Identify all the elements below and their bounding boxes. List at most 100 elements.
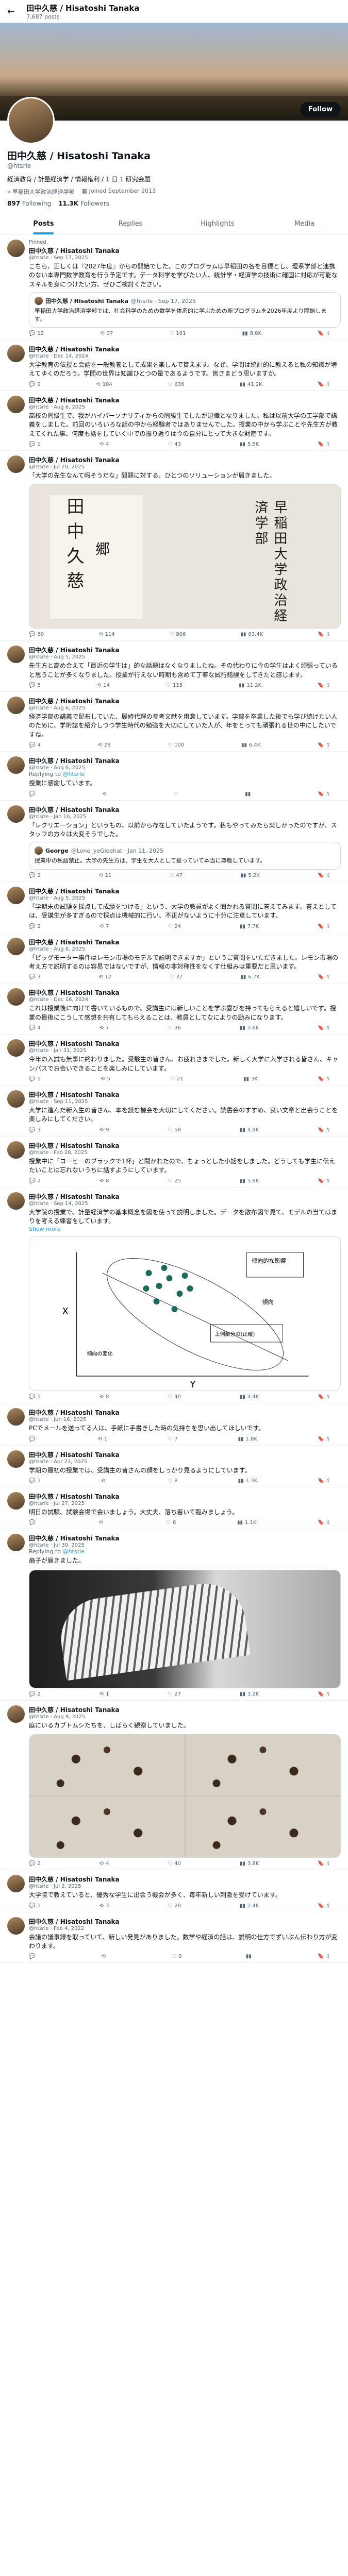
tweet-author[interactable]: 田中久慈 / Hisatoshi Tanaka [29,1451,120,1459]
beetle-photo-tile[interactable] [29,1797,185,1858]
tweet[interactable]: 田中久慈 / Hisatoshi Tanaka @htsrle · Aug 8, … [0,933,348,984]
views-button[interactable]: ▮▮ [246,1954,254,1959]
quoted-tweet[interactable]: 田中久慈 / Hisatoshi Tanaka @htsrle · Sep 17,… [29,292,341,328]
beetle-photo-tile[interactable] [185,1797,340,1858]
like-button[interactable]: ♡ 36 [168,1025,181,1031]
tweet-date[interactable]: Aug 6, 2025 [54,705,85,711]
tweet-author[interactable]: 田中久慈 / Hisatoshi Tanaka [29,1193,120,1200]
tweet-author[interactable]: 田中久慈 / Hisatoshi Tanaka [29,1091,120,1098]
tweet-author[interactable]: 田中久慈 / Hisatoshi Tanaka [29,1918,120,1925]
tweet[interactable]: 田中久慈 / Hisatoshi Tanaka @htsrle · Jan 10,… [0,801,348,882]
tweet-avatar[interactable] [7,1450,25,1468]
bookmark-icon[interactable]: 🔖 [318,683,324,688]
tab-posts[interactable]: Posts [0,213,87,234]
like-button[interactable]: ♡ 100 [168,742,184,748]
tab-media[interactable]: Media [261,213,348,234]
tweet-handle[interactable]: @htsrle [29,1543,49,1548]
tweet[interactable]: 田中久慈 / Hisatoshi Tanaka @htsrle · Aug 9, … [0,1701,348,1871]
tweet-author[interactable]: 田中久慈 / Hisatoshi Tanaka [29,1493,120,1500]
retweet-button[interactable]: ⟲ 37 [100,331,113,336]
reply-button[interactable]: 💬 2 [29,873,41,878]
tweet-handle[interactable]: @htsrle [29,654,49,660]
tweet-date[interactable]: Aug 5, 2025 [54,654,85,660]
tweet-handle[interactable]: @htsrle [29,1714,49,1720]
share-icon[interactable]: ⇪ [326,1394,330,1400]
tweet-date[interactable]: Feb 4, 2022 [54,1926,84,1931]
tweet[interactable]: 田中久慈 / Hisatoshi Tanaka @htsrle · Feb 28,… [0,1137,348,1188]
share-icon[interactable]: ⇪ [326,873,330,878]
bookmark-icon[interactable]: 🔖 [318,382,324,387]
reply-button[interactable]: 💬 4 [29,1025,41,1031]
tweet[interactable]: 田中久慈 / Hisatoshi Tanaka @htsrle · Sep 11,… [0,1086,348,1137]
tweet-handle[interactable]: @htsrle [29,1926,49,1931]
tweet-date[interactable]: Apr 23, 2025 [54,1459,87,1465]
tweet-handle[interactable]: @htsrle [29,464,49,470]
tweet-date[interactable]: Jan 10, 2025 [54,814,86,820]
tweet[interactable]: 田中久慈 / Hisatoshi Tanaka @htsrle · Dec 16,… [0,984,348,1035]
like-button[interactable]: ♡ 636 [168,382,184,387]
tweet-avatar[interactable] [7,1705,25,1723]
tweet-handle[interactable]: @htsrle [29,765,49,771]
views-button[interactable]: ▮▮ 1.3K [238,1478,257,1484]
tweet-author[interactable]: 田中久慈 / Hisatoshi Tanaka [29,939,120,946]
tweet-date[interactable]: Jan 31, 2025 [54,1048,86,1054]
bookmark-icon[interactable]: 🔖 [318,1520,324,1526]
tweet-avatar[interactable] [7,646,25,664]
share-icon[interactable]: ⇪ [326,1478,330,1484]
tweet-handle[interactable]: @htsrle [29,705,49,711]
reply-button[interactable]: 💬 2 [29,1691,41,1697]
like-button[interactable]: ♡ 27 [168,1691,181,1697]
like-button[interactable]: ♡ 115 [166,683,183,688]
beetle-photo-tile[interactable] [29,1735,185,1796]
retweet-button[interactable]: ⟲ 1 [100,1691,109,1697]
tweet-handle[interactable]: @htsrle [29,1048,49,1054]
tweet-handle[interactable]: @htsrle [29,997,49,1003]
profile-avatar[interactable] [7,97,55,144]
retweet-button[interactable]: ⟲ [102,1954,108,1959]
views-button[interactable]: ▮▮ 5.8K [240,442,259,447]
views-button[interactable]: ▮▮ 3.2K [240,1691,259,1697]
tweet-avatar[interactable] [7,1408,25,1426]
quoted-tweet[interactable]: George @Lone_yeGleehat · Jan 11, 2025 授業中の… [29,842,341,870]
like-button[interactable]: ♡ 9 [172,1954,181,1959]
tweet-date[interactable]: Aug 8, 2025 [54,946,85,952]
share-icon[interactable]: ⇪ [326,1076,330,1082]
retweet-button[interactable]: ⟲ [98,1520,105,1526]
folding-fan-photo[interactable] [29,1569,341,1688]
tweet[interactable]: 田中久慈 / Hisatoshi Tanaka @htsrle · Apr 23,… [0,1446,348,1488]
like-button[interactable]: ♡ 7 [168,1436,177,1442]
views-button[interactable]: ▮▮ 3.8K [240,1861,259,1867]
tweet-avatar[interactable] [7,1192,25,1210]
reply-button[interactable]: 💬 5 [29,683,41,688]
views-button[interactable]: ▮▮ 41.2K [240,382,262,387]
like-button[interactable]: ♡ 21 [170,1076,184,1082]
retweet-button[interactable]: ⟲ 11 [98,873,111,878]
tweet-author[interactable]: 田中久慈 / Hisatoshi Tanaka [29,698,120,705]
retweet-button[interactable]: ⟲ 4 [100,442,109,447]
following-link[interactable]: 897 Following [7,200,51,207]
tweet-author[interactable]: 田中久慈 / Hisatoshi Tanaka [29,247,120,255]
tweet-date[interactable]: Jul 27, 2025 [54,1501,85,1506]
retweet-button[interactable]: ⟲ 4 [100,1861,109,1867]
retweet-button[interactable]: ⟲ 8 [100,1394,109,1400]
like-button[interactable]: ♡ 47 [169,873,183,878]
tweet-avatar[interactable] [7,988,25,1006]
tweet[interactable]: 田中久慈 / Hisatoshi Tanaka @htsrle · Aug 5, … [0,882,348,933]
views-button[interactable]: ▮▮ 5.8K [240,1178,259,1184]
tweet-handle[interactable]: @htsrle [29,1417,49,1422]
show-more-link[interactable]: Show more [29,1226,341,1232]
tweet[interactable]: 田中久慈 / Hisatoshi Tanaka @htsrle · Jul 30,… [0,1529,348,1701]
reply-button[interactable]: 💬 5 [29,1076,41,1082]
reply-button[interactable]: 💬 1 [29,1903,41,1909]
tweet-author[interactable]: 田中久慈 / Hisatoshi Tanaka [29,888,120,895]
retweet-button[interactable]: ⟲ 1 [97,1436,107,1442]
like-button[interactable]: ♡ 8 [168,1478,177,1484]
reply-button[interactable]: 💬 3 [29,1127,41,1133]
tweet[interactable]: 田中久慈 / Hisatoshi Tanaka @htsrle · Dec 14,… [0,340,348,391]
tweet-author[interactable]: 田中久慈 / Hisatoshi Tanaka [29,1040,120,1047]
tweet-handle[interactable]: @htsrle [29,255,49,261]
share-icon[interactable]: ⇪ [326,974,330,980]
bookmark-icon[interactable]: 🔖 [318,1394,324,1400]
views-button[interactable]: ▮▮ 4.4K [240,1394,259,1400]
tweet-avatar[interactable] [7,344,25,362]
